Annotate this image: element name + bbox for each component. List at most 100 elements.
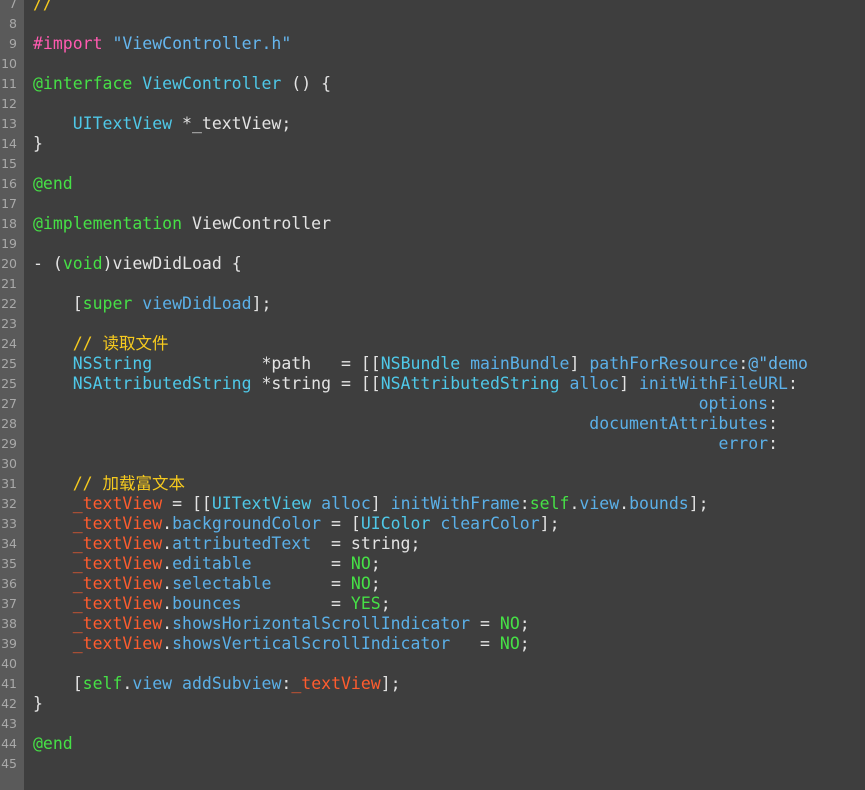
code-token: backgroundColor [172, 514, 322, 533]
code-token: . [162, 554, 173, 573]
code-token: ]; [251, 294, 272, 313]
code-token: editable [172, 554, 252, 573]
code-token: : [768, 434, 779, 453]
line-number: 10 [1, 56, 17, 71]
code-text: // [33, 0, 53, 14]
code-token: clearColor [440, 514, 540, 533]
code-text: _textView.backgroundColor = [UIColor cle… [33, 514, 560, 534]
code-text: UITextView *_textView; [33, 114, 292, 134]
code-token: ViewController [191, 214, 332, 233]
code-token: initWithFileURL [638, 374, 788, 393]
code-token: . [569, 494, 580, 513]
line-number: 12 [1, 96, 17, 111]
line-number: 25 [1, 356, 17, 371]
code-token: NO [350, 574, 371, 593]
code-token: NO [499, 614, 520, 633]
line-number: 16 [1, 176, 17, 191]
code-token: : [519, 494, 530, 513]
code-token: addSubview [182, 674, 282, 693]
code-text: // 读取文件 [33, 334, 169, 354]
code-text: _textView.attributedText = string; [33, 534, 421, 554]
code-token: NSAttributedString [33, 374, 252, 393]
line-number: 40 [1, 656, 17, 671]
code-token: error [718, 434, 769, 453]
code-token: [ [33, 674, 83, 693]
code-token: [ [33, 294, 83, 313]
code-text: NSAttributedString *string = [[NSAttribu… [33, 374, 798, 394]
code-token: )viewDidLoad { [102, 254, 242, 273]
code-token: . [162, 534, 173, 553]
code-text: @end [33, 734, 73, 754]
code-editor[interactable]: 7 // 8 9 #import "ViewController.h" 10 11 @inte… [0, 0, 865, 790]
code-text: documentAttributes: [33, 414, 778, 434]
code-text: options: [33, 394, 778, 414]
code-token: viewDidLoad [142, 294, 252, 313]
code-token: alloc [569, 374, 620, 393]
code-token: ]; [539, 514, 560, 533]
code-token: self [82, 674, 123, 693]
code-text: @interface ViewController () { [33, 74, 331, 94]
code-token: = string; [311, 534, 421, 553]
code-token: () { [281, 74, 332, 93]
line-number: 41 [1, 676, 17, 691]
code-token: @implementation [33, 214, 192, 233]
code-text: - (void)viewDidLoad { [33, 254, 242, 274]
code-token: selectable [172, 574, 272, 593]
code-token: = [ [321, 514, 361, 533]
code-text: #import "ViewController.h" [33, 34, 291, 54]
code-token: // [33, 0, 53, 13]
line-number: 38 [1, 616, 17, 631]
code-token: ]; [380, 674, 401, 693]
code-token: NSAttributedString [380, 374, 560, 393]
code-text: @implementation ViewController [33, 214, 331, 234]
code-token: NO [499, 634, 520, 653]
line-number: 42 [1, 696, 17, 711]
code-text: _textView.bounces = YES; [33, 594, 391, 614]
code-token: @"demo [748, 354, 808, 373]
code-text: _textView = [[UITextView alloc] initWith… [33, 494, 709, 514]
code-token: _textView [33, 574, 163, 593]
code-token: documentAttributes [589, 414, 769, 433]
code-text: @end [33, 174, 73, 194]
code-token: attributedText [172, 534, 312, 553]
code-token: mainBundle [470, 354, 570, 373]
code-token: : [788, 374, 798, 393]
line-number: 23 [1, 316, 17, 331]
code-token: ] [619, 374, 639, 393]
code-token: _textView [33, 634, 163, 653]
code-token: = [251, 554, 351, 573]
code-token: : [768, 394, 779, 413]
code-token: *_textView; [172, 114, 292, 133]
code-text: _textView.showsHorizontalScrollIndicator… [33, 614, 530, 634]
code-token: showsVerticalScrollIndicator [172, 634, 451, 653]
code-token: UIColor [360, 514, 431, 533]
line-number: 15 [1, 156, 17, 171]
code-token: *string = [[ [251, 374, 381, 393]
code-token: ViewController [142, 74, 282, 93]
code-token: ] [370, 494, 391, 513]
code-token: bounces [172, 594, 242, 613]
line-number: 21 [1, 276, 17, 291]
code-token: _textView [33, 514, 163, 533]
code-token: . [162, 634, 173, 653]
code-token: @interface [33, 74, 143, 93]
line-number: 30 [1, 456, 17, 471]
code-token: initWithFrame [390, 494, 520, 513]
line-number: 19 [1, 236, 17, 251]
code-token: options [698, 394, 769, 413]
code-text: [super viewDidLoad]; [33, 294, 272, 314]
code-token: @end [33, 734, 73, 753]
line-number: 34 [1, 536, 17, 551]
code-token: . [122, 674, 133, 693]
line-number: 31 [1, 476, 17, 491]
code-token: bounds [629, 494, 689, 513]
code-text: _textView.showsVerticalScrollIndicator =… [33, 634, 530, 654]
code-token: @end [33, 174, 73, 193]
line-number: 22 [1, 296, 17, 311]
code-token: = [241, 594, 351, 613]
code-text: } [33, 694, 43, 714]
